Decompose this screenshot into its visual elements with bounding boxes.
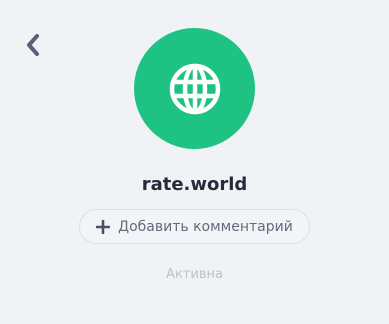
site-name: rate.world [141,174,248,195]
chevron-left-icon [27,34,39,56]
status-text: Активна [166,267,223,282]
globe-icon [169,63,220,114]
site-avatar [134,28,255,149]
add-comment-button[interactable]: Добавить комментарий [79,209,310,244]
plus-icon [96,219,111,234]
back-button[interactable] [16,28,50,62]
add-comment-label: Добавить комментарий [118,218,293,235]
